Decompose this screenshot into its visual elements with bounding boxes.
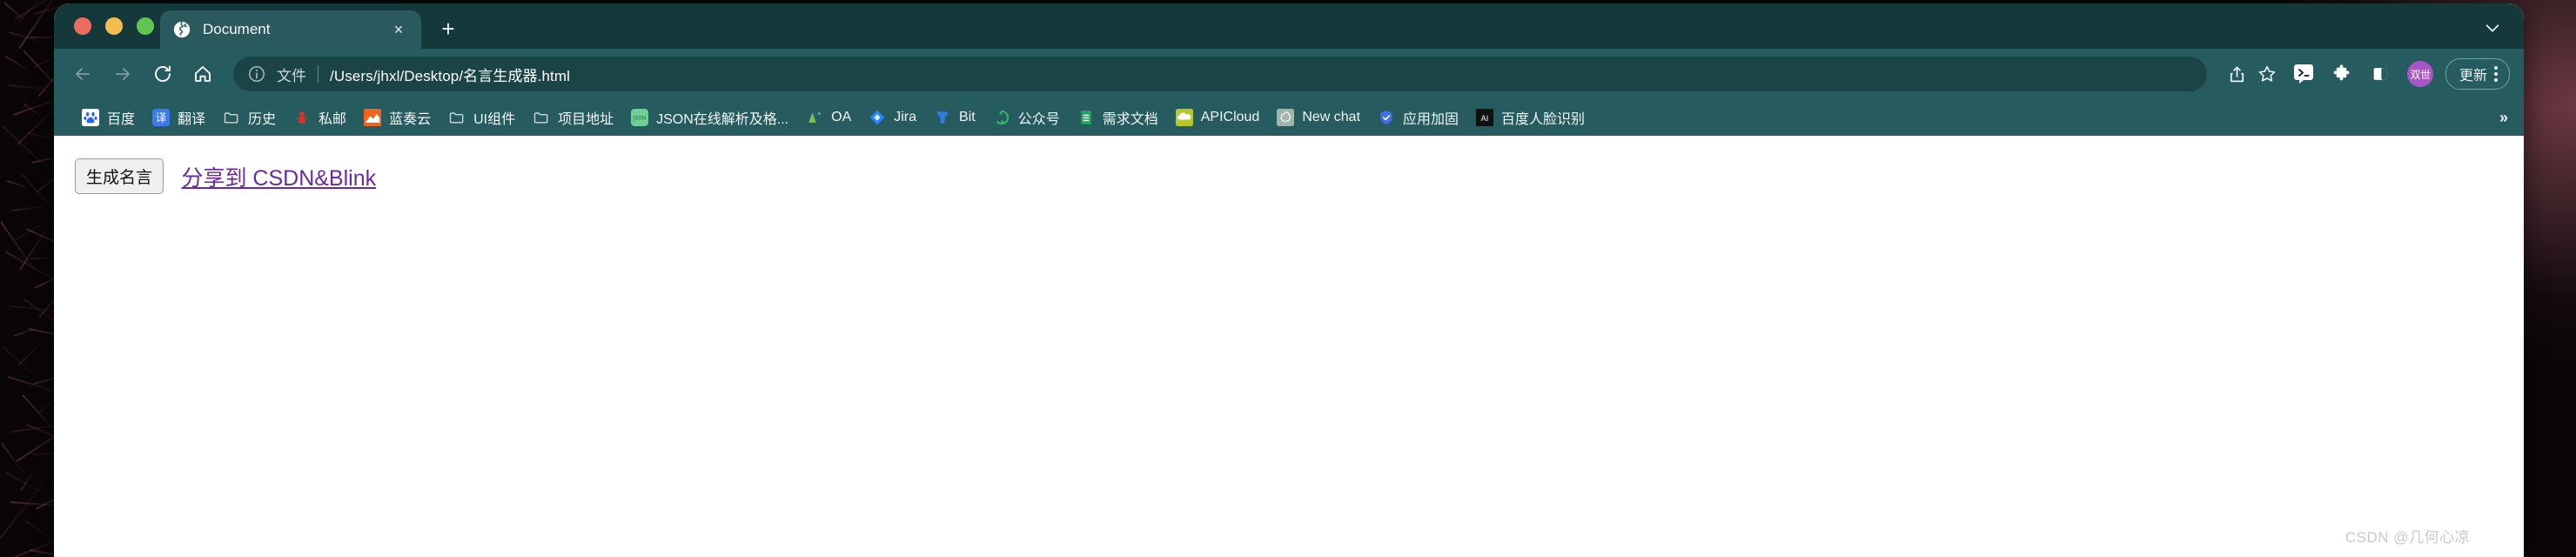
browser-tab[interactable]: Document × [160,10,421,49]
bookmark-item-1[interactable]: 译翻译 [144,104,214,131]
url-text[interactable]: /Users/jhxl/Desktop/名言生成器.html [330,64,2193,85]
bookmark-label: 应用加固 [1403,112,1459,127]
bookmark-item-0[interactable]: 百度 [73,104,144,131]
bookmark-label: OA [831,110,852,124]
openai-icon [1277,109,1295,126]
bookmark-item-16[interactable]: AI 百度人脸识别 [1467,104,1593,131]
ai-icon: AI [1476,109,1494,126]
minimize-window-button[interactable] [105,17,123,35]
share-to-csdn-blink-link[interactable]: 分享到 CSDN&Blink [181,161,376,192]
reload-icon[interactable] [148,59,178,89]
svg-text:AI: AI [1481,114,1489,123]
bookmarks-overflow-button[interactable]: » [2499,109,2508,127]
tab-strip: Document × + [54,3,2524,49]
bookmarks-bar: 百度译翻译 历史 私邮 蓝奏云 UI组件 项目地址 JSON JSON在线解析及格... OA J… [54,99,2524,136]
bookmark-label: 历史 [248,112,277,127]
back-arrow-icon[interactable] [68,59,97,89]
share-icon[interactable] [2224,61,2251,87]
home-icon[interactable] [188,59,218,89]
baidu-icon [82,109,99,126]
profile-avatar[interactable]: 双世 [2406,61,2433,87]
page-content: 生成名言 分享到 CSDN&Blink [54,136,2524,194]
oa-icon [806,109,823,126]
bookmark-item-5[interactable]: UI组件 [439,104,524,131]
bookmark-item-2[interactable]: 历史 [214,104,285,131]
bookmark-item-3[interactable]: 私邮 [285,104,355,131]
apicloud-icon [1175,109,1193,126]
bookmark-item-4[interactable]: 蓝奏云 [355,104,439,131]
bookmark-label: 百度人脸识别 [1501,112,1586,127]
update-button[interactable]: 更新 [2445,58,2510,90]
jira-icon [869,109,886,126]
bookmark-label: 公众号 [1017,112,1060,127]
bit-icon [934,109,951,126]
browser-window: Document × + 文件 /Users/jhxl/Desktop/名言生成… [54,3,2524,557]
wechat-mp-icon [993,109,1010,126]
chevron-down-icon[interactable] [2480,16,2505,40]
page-viewport: 生成名言 分享到 CSDN&Blink CSDN @几何心凉 [54,136,2524,557]
forward-arrow-icon[interactable] [108,59,138,89]
window-controls [74,17,154,35]
bookmark-label: Jira [894,110,917,124]
bookmark-label: New chat [1302,110,1361,124]
close-window-button[interactable] [74,17,91,35]
update-button-label: 更新 [2459,69,2487,84]
mail-icon [293,109,311,126]
globe-icon [172,20,191,39]
bookmark-item-10[interactable]: Bit [925,104,984,131]
maximize-window-button[interactable] [137,17,154,35]
close-icon[interactable]: × [388,19,409,40]
bookmark-label: UI组件 [473,112,516,127]
bookmark-item-11[interactable]: 公众号 [984,104,1069,131]
bookmark-item-15[interactable]: 应用加固 [1369,104,1467,131]
bookmark-label: 蓝奏云 [389,112,432,127]
bookmark-item-14[interactable]: New chat [1268,104,1369,131]
star-icon[interactable] [2254,61,2280,87]
svg-text:译: 译 [156,111,167,124]
side-panel-icon[interactable] [2365,59,2395,89]
shield-icon [1378,109,1395,126]
url-separator [318,65,319,83]
bookmark-label: 私邮 [319,112,347,127]
bookmark-label: JSON在线解析及格... [656,112,789,127]
new-tab-button[interactable]: + [435,16,461,42]
puzzle-extensions-icon[interactable] [2327,59,2357,89]
bookmark-item-8[interactable]: OA [797,104,860,131]
bookmark-label: Bit [959,110,976,124]
bookmark-item-6[interactable]: 项目地址 [524,104,622,131]
bookmark-label: 需求文档 [1102,112,1158,127]
browser-toolbar: 文件 /Users/jhxl/Desktop/名言生成器.html 双世 更新 [54,49,2524,99]
bookmark-label: APICloud [1200,110,1260,124]
svg-text:JSON: JSON [633,117,646,122]
folder-icon [223,109,240,126]
info-circle-icon[interactable] [247,64,266,84]
csdn-watermark: CSDN @几何心凉 [2345,529,2470,546]
bookmark-item-9[interactable]: Jira [860,104,925,131]
bookmark-label: 项目地址 [558,112,614,127]
omnibox-actions [2224,61,2280,87]
bookmark-label: 百度 [107,112,136,127]
sheets-icon [1077,109,1095,126]
generate-quote-button[interactable]: 生成名言 [75,158,164,194]
bookmark-item-7[interactable]: JSON JSON在线解析及格... [622,104,797,131]
bookmark-label: 翻译 [178,112,206,127]
translate-icon: 译 [152,109,171,126]
three-dot-menu-icon[interactable] [2494,66,2498,82]
folder-icon [533,109,550,126]
folder-icon [448,109,466,126]
bookmark-item-13[interactable]: APICloud [1167,104,1269,131]
tab-title: Document [203,21,271,37]
json-icon: JSON [631,109,649,126]
url-scheme-label: 文件 [277,67,306,84]
reading-list-extension-icon[interactable] [2289,59,2318,89]
bookmark-item-12[interactable]: 需求文档 [1069,104,1167,131]
lanzou-icon [364,109,382,126]
address-bar[interactable]: 文件 /Users/jhxl/Desktop/名言生成器.html [233,57,2207,91]
